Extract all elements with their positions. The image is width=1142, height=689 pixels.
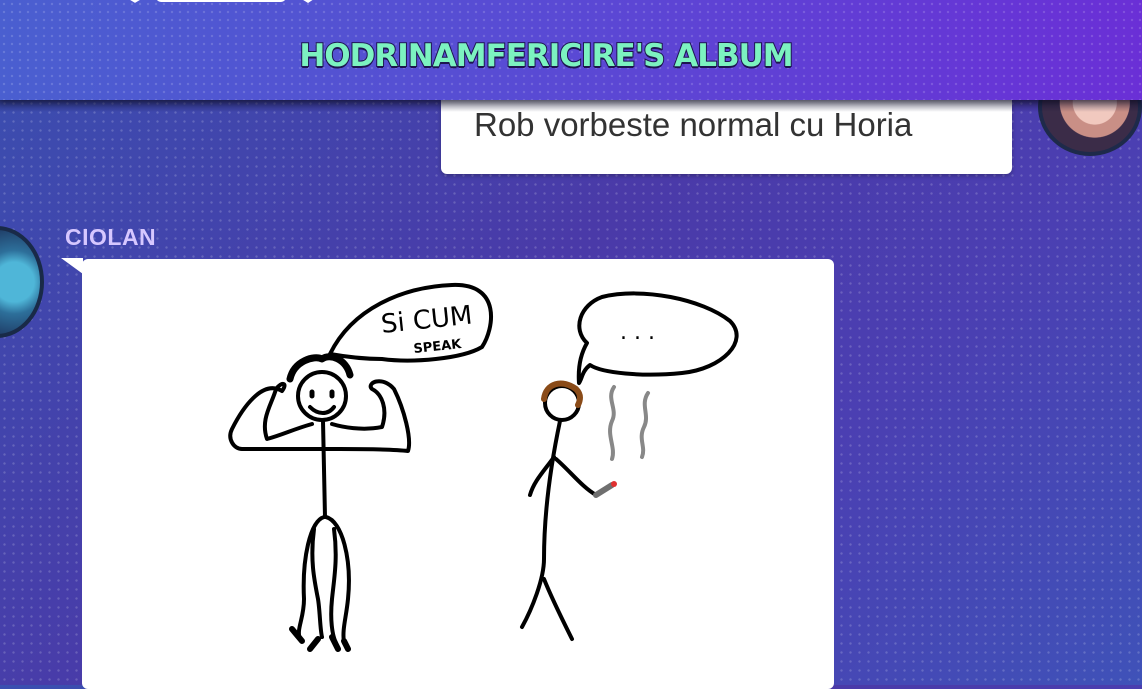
smoker-figure-arms (528, 455, 598, 497)
smoke-icon (608, 385, 650, 461)
smoker-figure-body (520, 419, 574, 641)
speech-bubble-right (576, 291, 739, 385)
sender-username[interactable]: CIOLAN (65, 224, 156, 251)
muscle-figure-hair (286, 353, 354, 383)
header-shadow (0, 100, 1142, 112)
cigarette-icon (593, 482, 615, 498)
muscle-figure-legs (296, 515, 351, 645)
drawing-image[interactable]: Si CUM SPEAK . . . (82, 259, 834, 689)
muscle-figure-smile (308, 405, 336, 415)
muscle-figure-arms (228, 379, 411, 453)
album-header: HODRINAMFERICIRE'S ALBUM (0, 0, 1142, 100)
album-title: HODRINAMFERICIRE'S ALBUM (298, 37, 794, 75)
speech-text-left-small: SPEAK (413, 337, 463, 357)
muscle-figure-body (321, 419, 327, 519)
app-logo-icon (130, 0, 313, 3)
speech-text-left: Si CUM (380, 301, 474, 340)
user-avatar-received[interactable] (0, 226, 44, 338)
message-bubble-received[interactable]: Si CUM SPEAK . . . (82, 259, 834, 689)
bubble-tail (61, 258, 83, 274)
speech-text-right: . . . (620, 320, 655, 345)
